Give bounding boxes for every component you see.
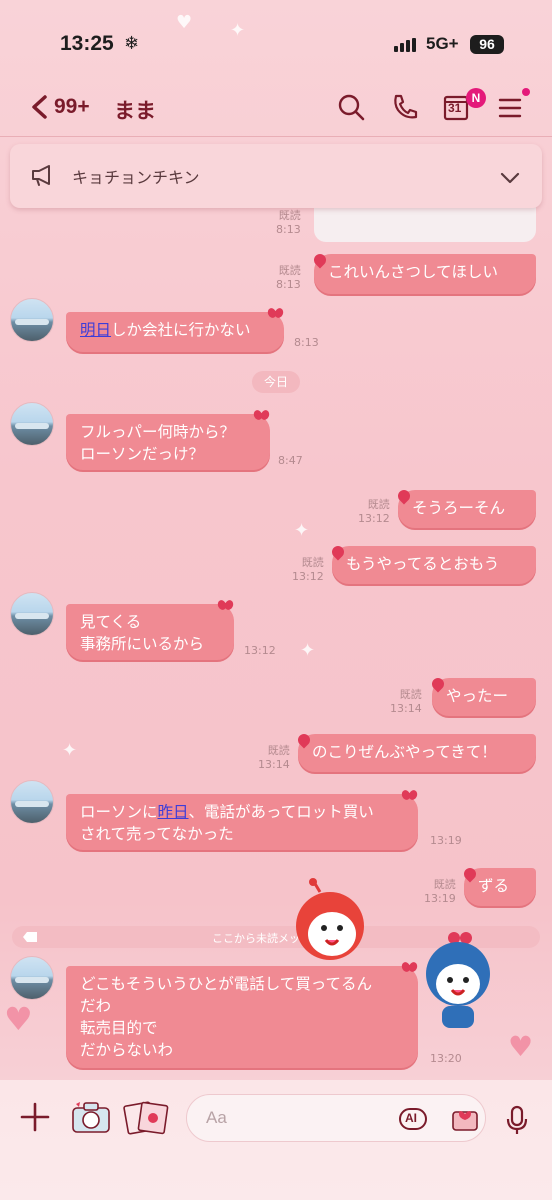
message-text: 転売目的で xyxy=(80,1019,158,1037)
avatar[interactable] xyxy=(10,592,54,636)
message-text: しか会社に行かない xyxy=(111,321,251,339)
sparkle-decoration: ✦ xyxy=(230,20,246,41)
header-divider xyxy=(0,136,552,137)
message-text: どこもそういうひとが電話して買ってるん xyxy=(80,975,373,993)
message-time: 13:20 xyxy=(430,1052,462,1065)
heart-decoration: ♥ xyxy=(4,1000,33,1038)
bubble-bow xyxy=(218,600,234,612)
message-text: もうやってるとおもう xyxy=(346,555,500,573)
stamp-icon[interactable] xyxy=(122,1098,170,1138)
message-text: されて売ってなかった xyxy=(80,825,234,843)
message-bubble[interactable]: フルっパー何時から？ ローソンだっけ？ xyxy=(66,414,270,470)
message-text: これいんさつしてほしい xyxy=(328,263,499,281)
message-link[interactable]: 明日 xyxy=(80,321,111,339)
calendar-day: 31 xyxy=(448,101,462,115)
date-divider: 今日 xyxy=(252,371,300,393)
tag-icon xyxy=(23,932,37,942)
message-text: ローソンに xyxy=(80,803,158,821)
message-bubble[interactable]: これいんさつしてほしい xyxy=(314,254,536,294)
sparkle-decoration: ✦ xyxy=(62,740,78,761)
chat-title: まま xyxy=(114,99,156,123)
message-text: ずる xyxy=(478,877,510,895)
unread-count[interactable]: 99+ xyxy=(54,95,90,119)
bubble-bow xyxy=(254,410,270,422)
message-text: 見てくる xyxy=(80,613,142,631)
message-text: ローソンだっけ？ xyxy=(80,445,205,463)
camera-icon[interactable] xyxy=(70,1098,112,1136)
status-time: 13:25 xyxy=(60,32,114,55)
message-meta: 既読 13:19 xyxy=(424,878,456,905)
message-bubble[interactable]: ローソンに昨日、電話があってロット買いされて売ってなかった xyxy=(66,794,418,850)
search-icon[interactable] xyxy=(336,92,366,122)
message-meta: 既読 13:14 xyxy=(390,688,422,715)
menu-dot xyxy=(522,88,530,96)
message-text: やったー xyxy=(446,687,509,705)
message-bubble[interactable]: もうやってるとおもう xyxy=(332,546,536,584)
avatar[interactable] xyxy=(10,780,54,824)
message-input[interactable] xyxy=(186,1094,486,1142)
notification-badge: N xyxy=(466,88,486,108)
gift-icon[interactable] xyxy=(450,1106,480,1132)
message-time: 13:19 xyxy=(430,834,462,847)
message-bubble[interactable]: どこもそういうひとが電話して買ってるん だわ転売目的でだからないわ xyxy=(66,966,418,1068)
message-input-placeholder: Aa xyxy=(206,1108,227,1127)
sparkle-decoration: ✦ xyxy=(294,520,310,541)
message-text: だからないわ xyxy=(80,1041,174,1059)
message-meta: 既読 13:14 xyxy=(258,744,290,771)
message-text: フルっパー何時から？ xyxy=(80,423,236,441)
heart-decoration: ♥ xyxy=(176,12,193,33)
heart-decoration: ♥ xyxy=(508,1030,534,1063)
message-meta: 既読 13:12 xyxy=(292,556,324,583)
battery-indicator: 96 xyxy=(470,35,504,54)
message-text: そうろーそん xyxy=(412,499,506,517)
character-sticker-icon xyxy=(426,932,490,1028)
message-meta: 既読 13:12 xyxy=(358,498,390,525)
message-meta: 既読 8:13 xyxy=(276,209,301,236)
message-text: だわ xyxy=(80,997,112,1015)
message-bubble[interactable]: そうろーそん xyxy=(398,490,536,528)
avatar[interactable] xyxy=(10,298,54,342)
announcement-text: キョチョンチキン xyxy=(72,168,200,187)
message-bubble[interactable]: のこりぜんぶやってきて！ xyxy=(298,734,536,772)
chevron-down-icon[interactable] xyxy=(498,166,522,190)
message-bubble[interactable]: 見てくる事務所にいるから xyxy=(66,604,234,660)
phone-icon[interactable] xyxy=(390,92,420,122)
message-bubble[interactable]: 明日しか会社に行かない xyxy=(66,312,284,352)
message-bubble[interactable]: やったー xyxy=(432,678,536,716)
menu-icon[interactable] xyxy=(496,92,526,122)
bubble-bow xyxy=(268,308,284,320)
message-meta: 既読 8:13 xyxy=(276,264,301,291)
message-text: 、電話があってロット買い xyxy=(188,803,374,821)
message-link[interactable]: 昨日 xyxy=(158,803,189,821)
sparkle-decoration: ✦ xyxy=(300,640,316,661)
character-sticker-icon xyxy=(296,878,364,960)
megaphone-icon xyxy=(32,165,50,186)
message-time: 8:47 xyxy=(278,454,303,467)
mic-icon[interactable] xyxy=(504,1104,530,1136)
message-text: 事務所にいるから xyxy=(80,635,205,653)
message-time: 8:13 xyxy=(294,336,319,349)
message-text: のこりぜんぶやってきて！ xyxy=(312,743,497,761)
signal-icon xyxy=(394,38,420,52)
avatar[interactable] xyxy=(10,402,54,446)
back-chevron-icon[interactable] xyxy=(26,92,56,122)
ai-label: AI xyxy=(405,1111,417,1125)
snowflake-icon: ❄ xyxy=(124,33,140,54)
bubble-bow xyxy=(402,790,418,802)
message-time: 13:12 xyxy=(244,644,276,657)
avatar[interactable] xyxy=(10,956,54,1000)
network-label: 5G+ xyxy=(426,34,459,53)
plus-icon[interactable] xyxy=(18,1100,52,1134)
